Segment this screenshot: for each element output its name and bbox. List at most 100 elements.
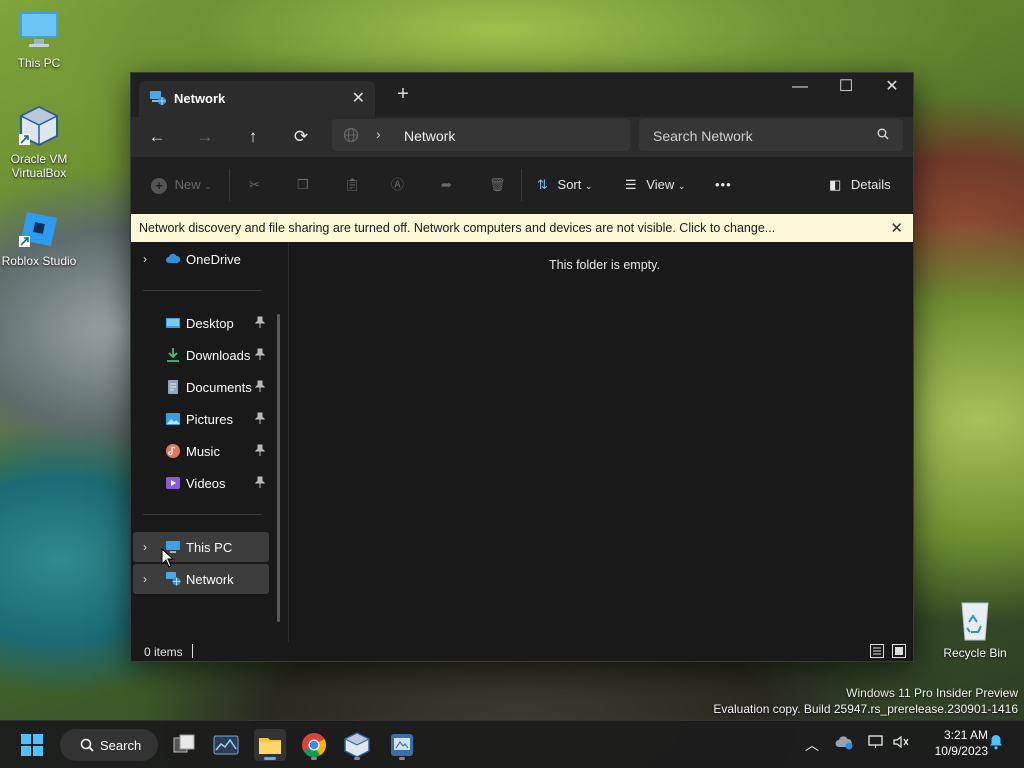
- address-bar[interactable]: › Network: [332, 119, 630, 151]
- sidebar-item-label: Music: [186, 444, 220, 459]
- search-box[interactable]: Search Network: [639, 119, 903, 151]
- onedrive-cloud-icon: [165, 251, 181, 267]
- chrome-icon[interactable]: [298, 729, 330, 761]
- widgets-icon[interactable]: [210, 729, 242, 761]
- sidebar-item-documents[interactable]: Documents: [133, 372, 269, 402]
- back-arrow-icon[interactable]: ←: [143, 125, 171, 149]
- copy-icon[interactable]: ❐: [297, 174, 309, 196]
- sidebar-item-network[interactable]: › Network: [133, 564, 269, 594]
- refresh-icon[interactable]: ⟳: [287, 125, 315, 149]
- sidebar-item-pictures[interactable]: Pictures: [133, 404, 269, 434]
- virtualbox-taskbar-icon[interactable]: [341, 729, 373, 761]
- paste-icon[interactable]: 📋︎: [344, 174, 361, 196]
- minimize-button[interactable]: —: [777, 73, 823, 103]
- chevron-right-icon[interactable]: ›: [143, 572, 147, 586]
- pin-icon[interactable]: [254, 444, 266, 456]
- desktop-icon-virtualbox[interactable]: Oracle VM VirtualBox: [0, 104, 78, 180]
- pin-icon[interactable]: [254, 412, 266, 424]
- tab-close-icon[interactable]: ✕: [352, 88, 365, 108]
- details-pane-button[interactable]: ◧ Details: [829, 174, 891, 196]
- roblox-studio-icon: [17, 206, 61, 250]
- pane-divider[interactable]: [288, 242, 289, 642]
- sidebar-item-music[interactable]: Music: [133, 436, 269, 466]
- desktop-icon-roblox-studio[interactable]: Roblox Studio: [0, 206, 78, 268]
- sort-icon: ⇅: [537, 177, 548, 192]
- sort-label: Sort: [557, 177, 582, 192]
- tab-network[interactable]: Network ✕: [139, 81, 375, 117]
- network-globe-icon: [343, 127, 359, 143]
- navigation-bar: ← → ↑ ⟳ › Network Search Network: [131, 117, 913, 157]
- pin-icon[interactable]: [254, 316, 266, 328]
- view-button[interactable]: ☰ View ⌄: [625, 174, 685, 196]
- desktop-icon-label: This PC: [17, 56, 61, 70]
- sidebar-item-this-pc[interactable]: › This PC: [133, 532, 269, 562]
- chevron-up-icon[interactable]: ︿: [801, 734, 823, 756]
- sidebar-item-label: Network: [186, 572, 234, 587]
- details-view-icon[interactable]: [869, 643, 885, 659]
- close-button[interactable]: ✕: [869, 73, 915, 103]
- breadcrumb-network[interactable]: Network: [404, 128, 455, 144]
- pin-icon[interactable]: [254, 380, 266, 392]
- chevron-right-icon[interactable]: ›: [143, 540, 147, 554]
- onedrive-tray-icon[interactable]: [833, 734, 855, 756]
- search-icon: [877, 128, 889, 140]
- title-bar: Network ✕ + — ☐ ✕: [131, 73, 913, 117]
- sort-button[interactable]: ⇅ Sort ⌄: [537, 174, 593, 196]
- up-arrow-icon[interactable]: ↑: [239, 125, 267, 149]
- sidebar-item-desktop[interactable]: Desktop: [133, 308, 269, 338]
- more-options-button[interactable]: •••: [715, 174, 732, 196]
- forward-arrow-icon[interactable]: →: [191, 125, 219, 149]
- sidebar-divider: [143, 290, 261, 291]
- sidebar-scrollbar[interactable]: [277, 314, 280, 622]
- infobar-message[interactable]: Network discovery and file sharing are t…: [139, 221, 775, 235]
- system-clock[interactable]: 3:21 AM 10/9/2023: [918, 727, 988, 759]
- file-explorer-taskbar-icon[interactable]: [254, 729, 286, 761]
- view-label: View: [646, 177, 675, 192]
- search-input[interactable]: Search Network: [653, 128, 753, 144]
- desktop-icon-this-pc[interactable]: This PC: [0, 8, 78, 70]
- start-button[interactable]: [16, 729, 48, 761]
- new-tab-button[interactable]: +: [393, 83, 413, 105]
- maximize-button[interactable]: ☐: [823, 73, 869, 103]
- delete-icon[interactable]: 🗑︎: [489, 174, 506, 196]
- notification-bell-icon[interactable]: [985, 734, 1007, 756]
- network-tray-icon[interactable]: [865, 734, 887, 756]
- desktop-icon: [165, 315, 181, 331]
- sidebar-item-videos[interactable]: Videos: [133, 468, 269, 498]
- watermark-line-2: Evaluation copy. Build 25947.rs_prerelea…: [713, 702, 1018, 716]
- sidebar-item-label: This PC: [186, 540, 233, 555]
- network-icon: [149, 90, 167, 106]
- chevron-down-icon: ⌄: [585, 181, 593, 191]
- cut-icon[interactable]: ✂: [249, 174, 260, 196]
- chevron-down-icon: ⌄: [204, 181, 212, 191]
- infobar-close-icon[interactable]: ✕: [890, 219, 903, 237]
- pin-icon[interactable]: [254, 476, 266, 488]
- sidebar-divider: [143, 514, 261, 515]
- status-bar: 0 items: [131, 639, 913, 663]
- sidebar-item-onedrive[interactable]: › OneDrive: [133, 244, 269, 274]
- new-label: New: [174, 177, 201, 192]
- tab-title: Network: [174, 91, 226, 106]
- large-icons-view-icon[interactable]: [891, 643, 907, 659]
- taskbar: Search ︿ 3:21 AM 10/9/2023: [0, 720, 1024, 768]
- desktop-icon-recycle-bin[interactable]: Recycle Bin: [936, 598, 1014, 660]
- sidebar-item-label: OneDrive: [186, 252, 241, 267]
- item-count: 0 items: [144, 645, 183, 659]
- network-discovery-infobar[interactable]: Network discovery and file sharing are t…: [131, 214, 913, 242]
- new-button[interactable]: + New ⌄: [151, 174, 212, 196]
- music-icon: [165, 443, 181, 459]
- breadcrumb-chevron-icon[interactable]: ›: [376, 126, 381, 142]
- app-taskbar-icon[interactable]: [386, 729, 418, 761]
- task-view-icon[interactable]: [168, 729, 200, 761]
- toolbar-divider: [521, 169, 522, 201]
- sidebar-item-label: Documents: [186, 380, 252, 395]
- volume-muted-icon[interactable]: [890, 734, 912, 756]
- monitor-icon: [17, 8, 61, 52]
- details-label: Details: [850, 177, 891, 192]
- share-icon[interactable]: ➦: [441, 174, 452, 196]
- sidebar-item-downloads[interactable]: Downloads: [133, 340, 269, 370]
- rename-icon[interactable]: Ⓐ: [391, 174, 404, 196]
- pin-icon[interactable]: [254, 348, 266, 360]
- taskbar-search-button[interactable]: Search: [60, 729, 158, 761]
- chevron-right-icon[interactable]: ›: [143, 252, 147, 266]
